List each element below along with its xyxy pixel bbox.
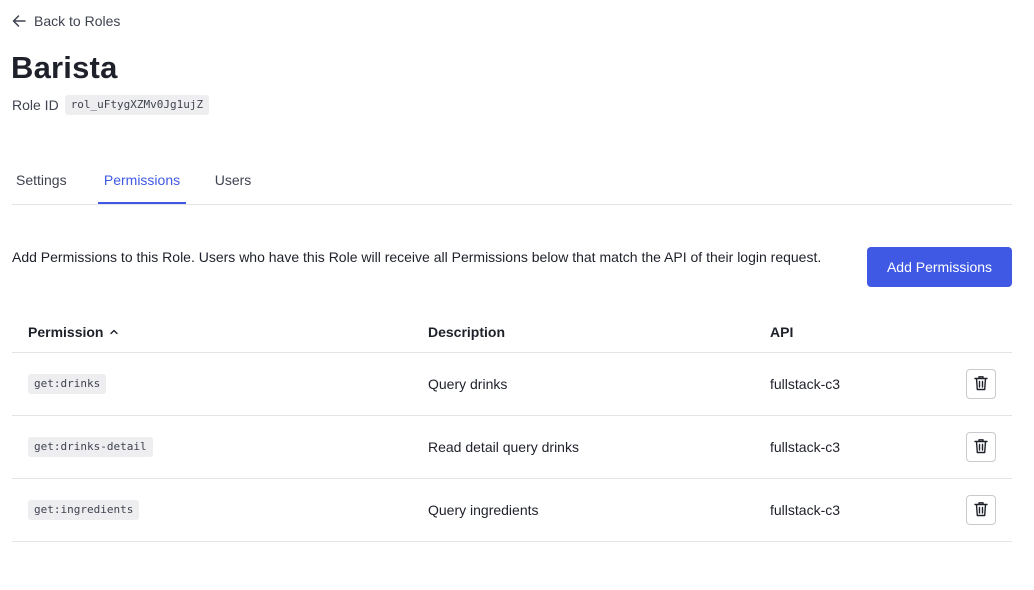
delete-permission-button[interactable]: [966, 432, 996, 462]
role-id-value: rol_uFtygXZMv0Jg1ujZ: [64, 95, 210, 115]
delete-permission-button[interactable]: [966, 495, 996, 525]
page-title: Barista: [11, 50, 118, 85]
table-header: Permission Description API: [12, 314, 1012, 353]
permission-description: Query drinks: [428, 376, 508, 392]
chevron-up-icon: [109, 324, 119, 340]
column-header-description: Description: [428, 324, 506, 340]
column-header-api: API: [770, 324, 794, 340]
permission-description: Query ingredients: [428, 502, 539, 518]
table-row: get:ingredients Query ingredients fullst…: [12, 479, 1012, 542]
back-link-label: Back to Roles: [34, 13, 121, 29]
tab-settings[interactable]: Settings: [12, 160, 73, 204]
permission-description: Read detail query drinks: [428, 439, 579, 455]
tab-users[interactable]: Users: [211, 160, 255, 204]
role-id-label: Role ID: [12, 97, 59, 113]
permission-name: get:ingredients: [28, 500, 140, 520]
column-header-permission-label: Permission: [28, 324, 104, 340]
back-to-roles-link[interactable]: Back to Roles: [12, 13, 120, 29]
permission-api: fullstack-c3: [770, 376, 841, 392]
tab-permissions[interactable]: Permissions: [98, 160, 186, 204]
arrow-left-icon: [12, 14, 26, 28]
trash-icon: [974, 375, 988, 394]
permission-name: get:drinks: [28, 374, 107, 394]
permissions-description: Add Permissions to this Role. Users who …: [12, 249, 822, 265]
delete-permission-button[interactable]: [966, 369, 996, 399]
permission-api: fullstack-c3: [770, 502, 841, 518]
add-permissions-button[interactable]: Add Permissions: [867, 247, 1012, 287]
permission-api: fullstack-c3: [770, 439, 841, 455]
table-row: get:drinks-detail Read detail query drin…: [12, 416, 1012, 479]
role-id: Role ID rol_uFtygXZMv0Jg1ujZ: [12, 95, 210, 115]
tab-bar: Settings Permissions Users: [12, 160, 1012, 205]
column-header-permission[interactable]: Permission: [28, 324, 119, 340]
table-row: get:drinks Query drinks fullstack-c3: [12, 353, 1012, 416]
trash-icon: [974, 438, 988, 457]
permission-name: get:drinks-detail: [28, 437, 153, 457]
trash-icon: [974, 501, 988, 520]
